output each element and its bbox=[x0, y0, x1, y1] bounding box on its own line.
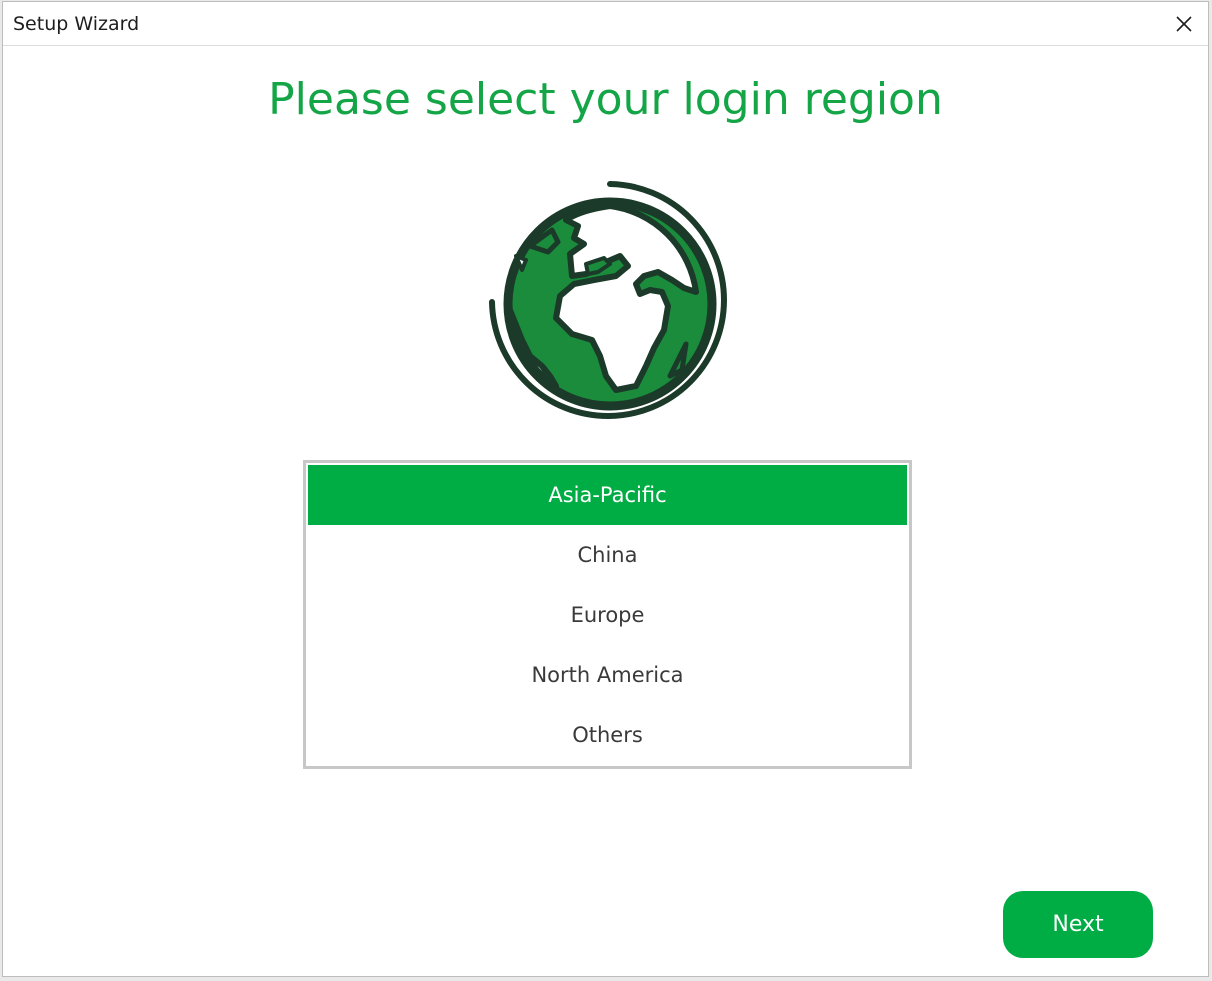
setup-wizard-window: Setup Wizard Please select your login re… bbox=[2, 1, 1209, 977]
globe-icon bbox=[489, 181, 727, 419]
region-option-asia-pacific[interactable]: Asia-Pacific bbox=[308, 465, 907, 525]
region-list: Asia-Pacific China Europe North America … bbox=[303, 460, 912, 769]
page-title: Please select your login region bbox=[268, 74, 943, 125]
close-icon bbox=[1176, 16, 1192, 32]
title-bar: Setup Wizard bbox=[3, 2, 1208, 46]
close-button[interactable] bbox=[1168, 8, 1200, 40]
region-option-china[interactable]: China bbox=[308, 525, 907, 585]
region-option-europe[interactable]: Europe bbox=[308, 585, 907, 645]
next-button[interactable]: Next bbox=[1003, 891, 1153, 958]
window-title: Setup Wizard bbox=[13, 13, 140, 35]
region-option-north-america[interactable]: North America bbox=[308, 645, 907, 705]
region-option-others[interactable]: Others bbox=[308, 705, 907, 765]
